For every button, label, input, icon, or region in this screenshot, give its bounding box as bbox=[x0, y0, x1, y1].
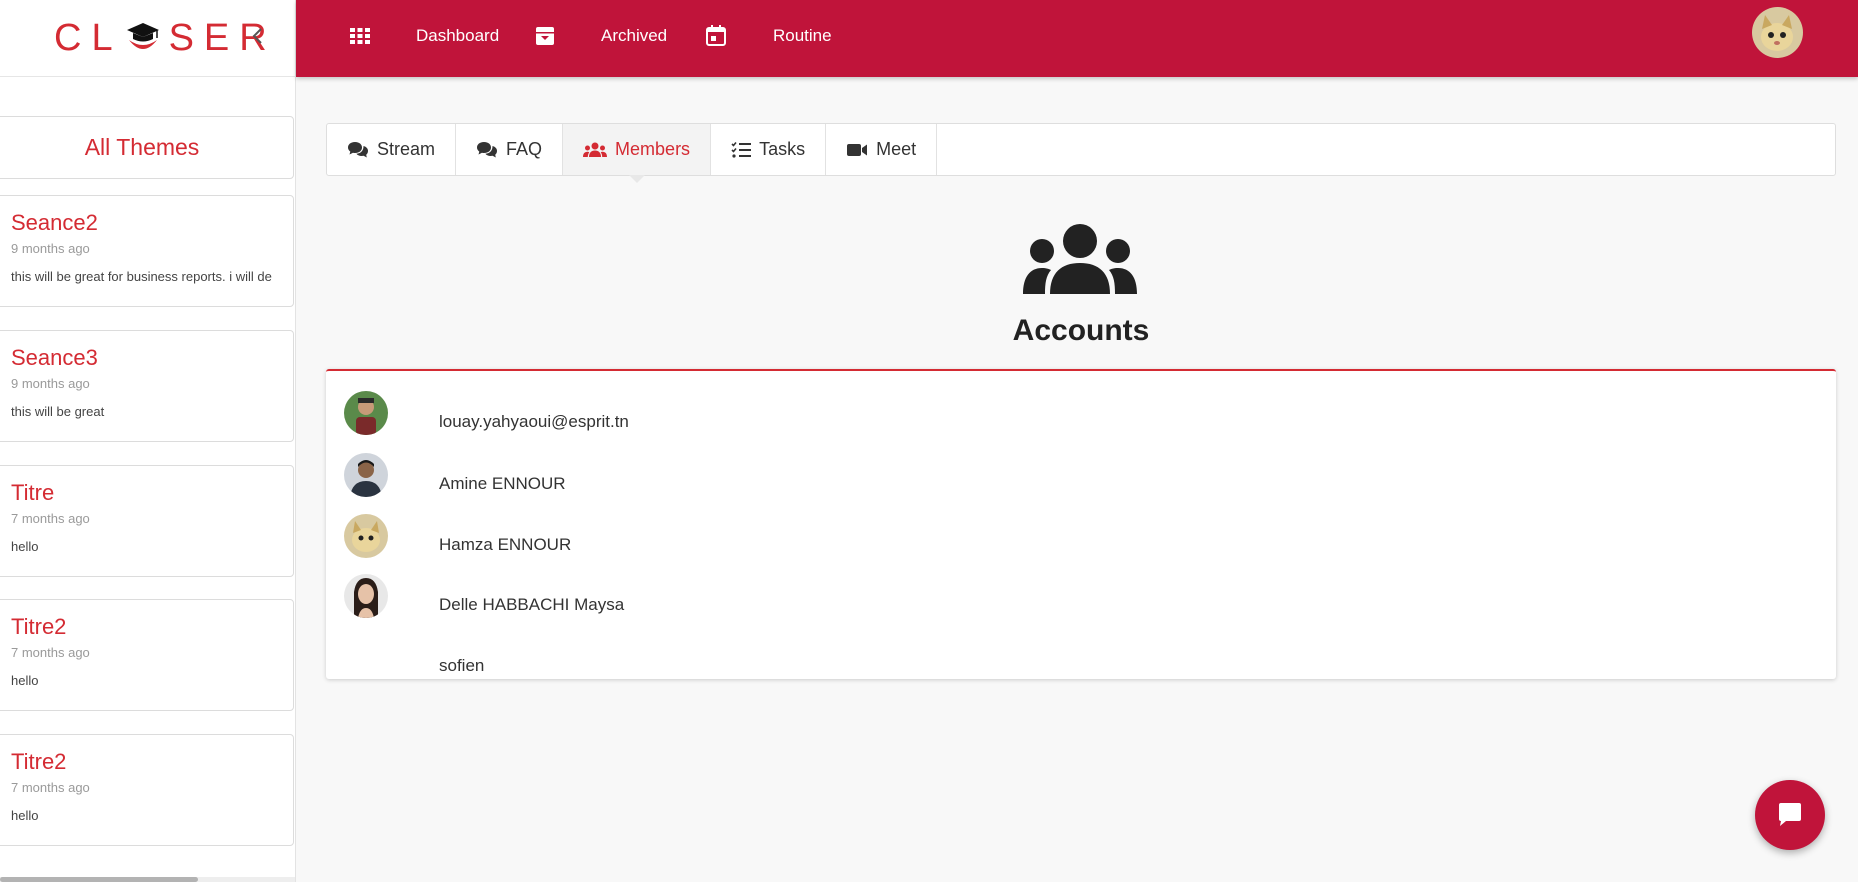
theme-title: Titre bbox=[11, 480, 55, 505]
theme-description: hello bbox=[11, 808, 39, 823]
logo-text-left: CL bbox=[54, 16, 123, 59]
accounts-title: Accounts bbox=[1012, 314, 1150, 347]
theme-card[interactable]: Titre 7 months ago hello bbox=[0, 465, 294, 577]
member-name: sofien bbox=[439, 656, 485, 675]
theme-date: 9 months ago bbox=[11, 241, 90, 256]
members-list: louay.yahyaoui@esprit.tn Amine ENNOUR Ha… bbox=[326, 369, 1836, 679]
nav-dashboard[interactable]: Dashboard bbox=[416, 26, 499, 46]
member-row[interactable]: sofien bbox=[326, 633, 1836, 693]
tasks-icon bbox=[731, 141, 752, 158]
tab-meet[interactable]: Meet bbox=[826, 124, 938, 175]
theme-card[interactable]: Seance3 9 months ago this will be great bbox=[0, 330, 294, 442]
tab-members[interactable]: Members bbox=[563, 124, 712, 183]
theme-title: Seance3 bbox=[11, 345, 98, 370]
member-row[interactable]: louay.yahyaoui@esprit.tn bbox=[326, 389, 1836, 449]
nav-routine[interactable]: Routine bbox=[773, 26, 832, 46]
tab-label: Tasks bbox=[759, 139, 806, 159]
theme-date: 7 months ago bbox=[11, 645, 90, 660]
member-row[interactable]: Amine ENNOUR bbox=[326, 451, 1836, 511]
comments-icon bbox=[348, 141, 368, 157]
theme-date: 7 months ago bbox=[11, 780, 90, 795]
comments-icon bbox=[477, 141, 498, 157]
tab-label: Stream bbox=[377, 139, 436, 159]
theme-title: Titre2 bbox=[11, 749, 67, 774]
theme-description: hello bbox=[11, 673, 39, 688]
nav-archived[interactable]: Archived bbox=[601, 26, 667, 46]
theme-description: hello bbox=[11, 539, 39, 554]
tab-label: Members bbox=[615, 139, 691, 159]
logo-bar: CL SER bbox=[0, 0, 295, 77]
theme-title: Seance2 bbox=[11, 210, 98, 235]
chevron-left-icon[interactable] bbox=[250, 26, 266, 46]
theme-description: this will be great bbox=[11, 404, 105, 419]
theme-title: Titre2 bbox=[11, 614, 67, 639]
user-avatar-image bbox=[1752, 7, 1803, 58]
graduation-cap-logo-icon bbox=[126, 23, 159, 49]
scrollbar-thumb[interactable] bbox=[0, 877, 198, 882]
grid-icon[interactable] bbox=[348, 24, 372, 48]
theme-date: 7 months ago bbox=[11, 511, 90, 526]
users-icon bbox=[583, 142, 608, 157]
horizontal-scrollbar[interactable] bbox=[0, 877, 295, 882]
archive-icon[interactable] bbox=[533, 24, 557, 48]
member-row[interactable]: Hamza ENNOUR bbox=[326, 512, 1836, 572]
member-name: Hamza ENNOUR bbox=[439, 535, 572, 554]
app-logo[interactable]: CL SER bbox=[54, 17, 277, 60]
theme-date: 9 months ago bbox=[11, 376, 90, 391]
member-row[interactable]: Delle HABBACHI Maysa bbox=[326, 572, 1836, 632]
tab-stream[interactable]: Stream bbox=[327, 124, 457, 175]
theme-description: this will be great for business reports.… bbox=[11, 269, 272, 284]
all-themes-label: All Themes bbox=[84, 134, 200, 160]
tab-faq[interactable]: FAQ bbox=[456, 124, 564, 175]
tab-label: Meet bbox=[876, 139, 917, 159]
member-avatar bbox=[344, 514, 388, 558]
video-icon bbox=[847, 143, 868, 156]
calendar-icon[interactable] bbox=[704, 24, 728, 48]
member-name: louay.yahyaoui@esprit.tn bbox=[439, 412, 629, 431]
user-avatar[interactable] bbox=[1752, 7, 1803, 58]
member-avatar bbox=[344, 453, 388, 497]
class-tabs: Stream FAQ Members Tasks Meet bbox=[326, 123, 1836, 183]
tab-tasks[interactable]: Tasks bbox=[711, 124, 827, 175]
tab-label: FAQ bbox=[506, 139, 543, 159]
member-name: Delle HABBACHI Maysa bbox=[439, 595, 625, 614]
users-icon bbox=[1023, 224, 1137, 294]
chat-button[interactable] bbox=[1755, 780, 1825, 850]
member-avatar bbox=[344, 391, 388, 435]
member-avatar bbox=[344, 574, 388, 618]
theme-card[interactable]: Titre2 7 months ago hello bbox=[0, 599, 294, 711]
all-themes-button[interactable]: All Themes bbox=[0, 116, 294, 179]
comment-icon bbox=[1779, 803, 1801, 826]
theme-card[interactable]: Seance2 9 months ago this will be great … bbox=[0, 195, 294, 307]
theme-card[interactable]: Titre2 7 months ago hello bbox=[0, 734, 294, 846]
sidebar: CL SER All Themes Seance2 9 months ago t… bbox=[0, 0, 296, 882]
member-name: Amine ENNOUR bbox=[439, 474, 566, 493]
top-navbar: Dashboard Archived Routine bbox=[296, 0, 1858, 77]
